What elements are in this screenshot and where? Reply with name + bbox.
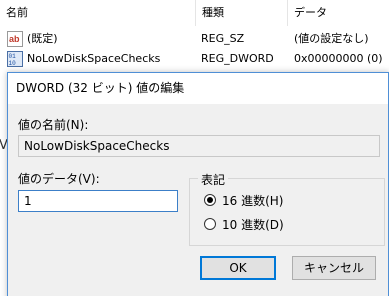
value-name: (既定) (27, 32, 58, 45)
value-data-input[interactable]: 1 (18, 190, 178, 212)
radio-button[interactable] (204, 218, 216, 230)
cancel-button[interactable]: キャンセル (292, 256, 376, 280)
value-data: (値の設定なし) (294, 32, 369, 45)
column-header-data[interactable]: データ (288, 0, 389, 26)
base-groupbox: 表記 16 進数(H) 10 進数(D) (189, 171, 385, 246)
base-legend: 表記 (198, 171, 229, 188)
value-name-field: NoLowDiskSpaceChecks (18, 135, 380, 157)
dialog-titlebar[interactable]: DWORD (32 ビット) 値の編集 (8, 73, 388, 104)
registry-editor-screen: 名前 種類 データ ab (既定) REG_SZ (値の設定なし) 01 10 … (0, 0, 389, 296)
string-value-icon: ab (7, 31, 23, 47)
dword-edit-dialog: DWORD (32 ビット) 値の編集 値の名前(N): NoLowDiskSp… (7, 72, 389, 296)
list-item[interactable]: 01 10 NoLowDiskSpaceChecks REG_DWORD 0x0… (0, 49, 389, 69)
value-type: REG_DWORD (201, 52, 274, 65)
value-data-label: 値のデータ(V): (18, 172, 100, 186)
svg-text:01: 01 (9, 53, 17, 60)
list-item[interactable]: ab (既定) REG_SZ (値の設定なし) (0, 29, 389, 49)
radio-decimal-label: 10 進数(D) (222, 218, 284, 232)
value-name-label: 値の名前(N): (18, 118, 89, 132)
svg-text:ab: ab (9, 34, 20, 44)
list-header: 名前 種類 データ (0, 0, 389, 26)
svg-text:10: 10 (9, 60, 17, 67)
column-header-type[interactable]: 種類 (196, 0, 288, 26)
dialog-title: DWORD (32 ビット) 値の編集 (16, 81, 185, 95)
column-header-name[interactable]: 名前 (0, 0, 196, 26)
dword-value-icon: 01 10 (7, 51, 23, 67)
radio-hexadecimal-label: 16 進数(H) (222, 194, 284, 208)
ok-button[interactable]: OK (200, 256, 276, 280)
value-name: NoLowDiskSpaceChecks (27, 52, 161, 65)
value-data: 0x00000000 (0) (294, 52, 383, 65)
radio-button-selected[interactable] (204, 194, 216, 206)
background-window-edge: V (0, 68, 8, 296)
value-type: REG_SZ (201, 32, 245, 45)
